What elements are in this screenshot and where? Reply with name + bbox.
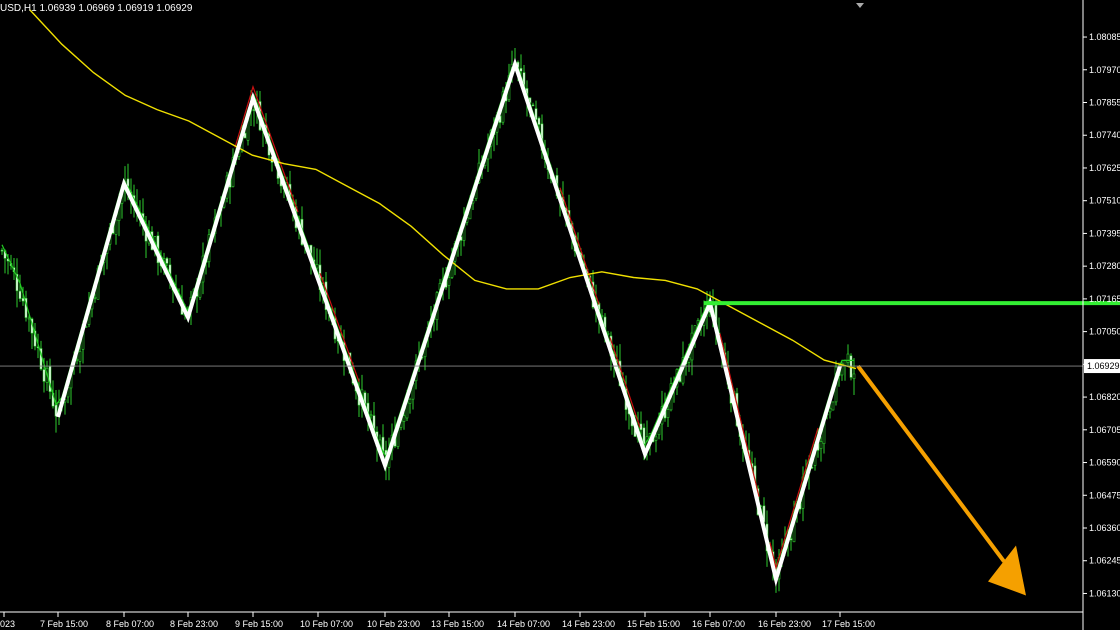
y-tick-label: 1.07625 xyxy=(1089,163,1120,173)
x-tick-label: 023 xyxy=(0,619,15,629)
candle-bear xyxy=(789,538,793,541)
y-tick-label: 1.07510 xyxy=(1089,196,1120,206)
candle-bull xyxy=(93,297,97,299)
x-tick-label: 16 Feb 23:00 xyxy=(758,619,811,629)
zigzag-pattern xyxy=(56,57,842,587)
candle-bull xyxy=(402,415,406,422)
price-tag-label: 1.06929 xyxy=(1087,361,1120,371)
candle-bull xyxy=(828,407,832,413)
forecast-arrow-head xyxy=(988,545,1026,596)
x-tick-label: 9 Feb 15:00 xyxy=(235,619,283,629)
x-tick-label: 16 Feb 07:00 xyxy=(692,619,745,629)
y-tick-label: 1.07740 xyxy=(1089,130,1120,140)
y-tick-label: 1.06245 xyxy=(1089,556,1120,566)
shift-marker xyxy=(856,3,864,8)
candle-bull xyxy=(666,409,670,418)
y-tick-label: 1.07855 xyxy=(1089,98,1120,108)
candle-bull xyxy=(447,277,451,286)
x-tick-label: 13 Feb 15:00 xyxy=(431,619,484,629)
levels-layer xyxy=(0,301,1120,367)
fast-ma-down-segment xyxy=(769,427,819,571)
x-tick-label: 14 Feb 23:00 xyxy=(562,619,615,629)
x-tick-label: 8 Feb 23:00 xyxy=(170,619,218,629)
fast-ma-down-segment xyxy=(559,187,600,305)
moving-averages-layer xyxy=(1,9,857,576)
x-tick-label: 8 Feb 07:00 xyxy=(106,619,154,629)
candle-bull xyxy=(369,414,373,417)
price-chart[interactable]: 1.08085 1.07970 1.07855 1.07740 1.07625 1.075… xyxy=(0,0,1120,630)
y-tick-label: 1.07970 xyxy=(1089,65,1120,75)
y-tick-label: 1.06130 xyxy=(1089,588,1120,598)
x-tick-label: 7 Feb 15:00 xyxy=(40,619,88,629)
candle-bear xyxy=(21,298,25,302)
candle-bear xyxy=(165,258,169,264)
candle-bull xyxy=(831,401,835,411)
axis-layer: 1.08085 1.07970 1.07855 1.07740 1.07625 1.075… xyxy=(0,0,1120,630)
x-tick-label: 14 Feb 07:00 xyxy=(497,619,550,629)
y-tick-label: 1.07395 xyxy=(1089,228,1120,238)
candle-bull xyxy=(654,436,658,441)
candle-bear xyxy=(42,369,46,382)
x-tick-label: 10 Feb 23:00 xyxy=(367,619,420,629)
y-tick-label: 1.07050 xyxy=(1089,327,1120,337)
candle-bull xyxy=(846,353,850,363)
zigzag-layer xyxy=(56,57,1026,596)
candle-bull xyxy=(819,441,823,449)
x-tick-label: 17 Feb 15:00 xyxy=(822,619,875,629)
y-tick-label: 1.06705 xyxy=(1089,425,1120,435)
candle-bear xyxy=(252,109,256,111)
candle-bear xyxy=(519,68,523,72)
x-tick-label: 10 Feb 07:00 xyxy=(300,619,353,629)
fast-ma-down-segment xyxy=(609,337,641,428)
y-tick-label: 1.06820 xyxy=(1089,392,1120,402)
x-tick-label: 15 Feb 15:00 xyxy=(627,619,680,629)
candle-bull xyxy=(78,351,82,362)
fast-ma-line xyxy=(1,66,854,576)
candle-bear xyxy=(18,290,22,299)
candle-bull xyxy=(114,219,118,235)
y-tick-label: 1.06360 xyxy=(1089,523,1120,533)
y-tick-label: 1.06475 xyxy=(1089,490,1120,500)
candles-layer xyxy=(0,48,856,593)
candle-bear xyxy=(537,117,541,125)
candle-bear xyxy=(0,249,4,252)
y-tick-label: 1.06590 xyxy=(1089,458,1120,468)
fast-ma-down-segment xyxy=(719,333,760,497)
forecast-arrow-line xyxy=(856,364,1006,563)
candle-bull xyxy=(408,398,412,404)
slow-ma-line xyxy=(29,9,857,370)
candle-bear xyxy=(531,104,535,107)
candle-bull xyxy=(852,373,856,379)
candle-bull xyxy=(27,317,31,320)
fast-ma-down-segment xyxy=(319,272,360,382)
y-tick-label: 1.07165 xyxy=(1089,294,1120,304)
y-tick-label: 1.07280 xyxy=(1089,261,1120,271)
y-tick-label: 1.08085 xyxy=(1089,32,1120,42)
